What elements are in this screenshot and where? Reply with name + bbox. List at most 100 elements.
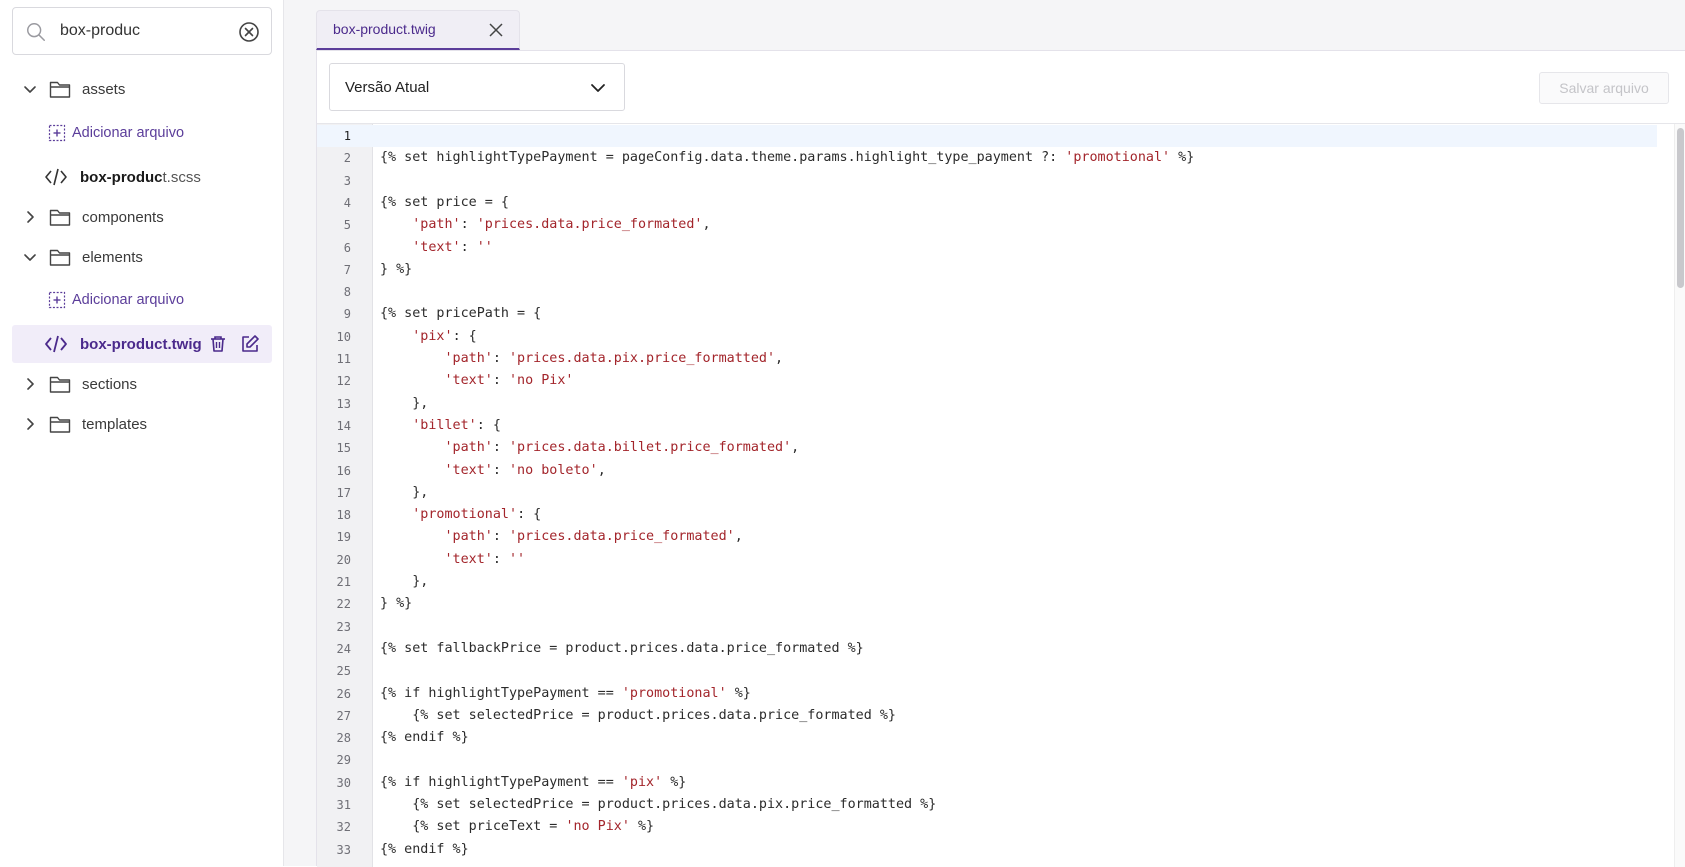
- line-number: 16: [336, 463, 351, 478]
- line-number: 28: [336, 731, 351, 746]
- code-line[interactable]: 33 {% endif %}: [317, 839, 1657, 861]
- code-line[interactable]: 29: [317, 749, 1657, 771]
- trash-icon[interactable]: [208, 334, 228, 354]
- code-line[interactable]: 24 {% set fallbackPrice = product.prices.…: [317, 638, 1657, 660]
- code-line-text: } %}: [380, 261, 413, 277]
- code-line-text: {% set highlightTypePayment = pageConfig…: [380, 150, 1195, 166]
- code-line-text: },: [380, 484, 429, 500]
- chevron-down-icon[interactable]: [22, 249, 38, 265]
- tab-box-product-twig[interactable]: box-product.twig: [316, 10, 520, 50]
- tree-folder-elements[interactable]: elements: [12, 238, 272, 276]
- code-line[interactable]: 1: [317, 125, 1657, 148]
- code-line-text: {% set pricePath = {: [380, 306, 542, 322]
- line-number: 19: [336, 530, 351, 545]
- line-number: 32: [336, 820, 351, 835]
- folder-icon: [49, 81, 71, 98]
- tree-file-label: box-product.twig: [80, 335, 202, 353]
- line-number: 22: [336, 597, 351, 612]
- code-line[interactable]: 7 } %}: [317, 259, 1657, 281]
- code-line[interactable]: 22} %}: [317, 593, 1657, 615]
- tree-folder-assets[interactable]: assets: [12, 70, 272, 108]
- code-line[interactable]: 25: [317, 660, 1657, 682]
- search-input[interactable]: [60, 18, 240, 44]
- line-number: 18: [336, 508, 351, 523]
- clear-search-icon[interactable]: [237, 20, 261, 44]
- code-line-text: {% endif %}: [380, 730, 469, 746]
- add-file-assets[interactable]: Adicionar arquivo: [12, 114, 272, 152]
- code-line[interactable]: 15 'path': 'prices.data.billet.price_for…: [317, 437, 1657, 459]
- close-icon[interactable]: [487, 21, 505, 39]
- code-line[interactable]: 16 'text': 'no boleto',: [317, 460, 1657, 482]
- code-line-text: 'path': 'prices.data.price_formated',: [412, 217, 711, 233]
- line-number: 14: [336, 418, 351, 433]
- code-line[interactable]: 20 'text': '': [317, 549, 1657, 571]
- code-line-text: 'path': 'prices.data.pix.price_formatted…: [444, 351, 784, 366]
- tree-folder-label: components: [82, 208, 164, 226]
- tree-folder-templates[interactable]: templates: [12, 405, 272, 443]
- line-number: 12: [336, 374, 351, 389]
- line-number: 25: [336, 664, 351, 679]
- tree-file-label: box-product.scss: [80, 168, 201, 186]
- line-number: 3: [343, 173, 351, 188]
- code-line[interactable]: 17 },: [317, 482, 1657, 504]
- tree-folder-components[interactable]: components: [12, 198, 272, 236]
- code-line[interactable]: 19 'path': 'prices.data.price_formated',: [317, 526, 1657, 548]
- chevron-down-icon: [591, 84, 605, 92]
- code-line[interactable]: 27 {% set selectedPrice = product.prices…: [317, 705, 1657, 727]
- code-line-text: {% set fallbackPrice = product.prices.da…: [380, 640, 864, 656]
- chevron-down-icon[interactable]: [22, 81, 38, 97]
- save-file-button[interactable]: Salvar arquivo: [1539, 72, 1669, 104]
- version-select[interactable]: Versão Atual: [329, 63, 625, 111]
- code-line[interactable]: 3: [317, 170, 1657, 192]
- code-line[interactable]: 14 'billet': {: [317, 415, 1657, 437]
- code-line-text: {% if highlightTypePayment == 'pix' %}: [380, 774, 687, 790]
- editor-scrollbar[interactable]: [1674, 124, 1685, 867]
- code-line-text: {% set price = {: [380, 194, 509, 210]
- search-icon: [27, 23, 45, 41]
- code-line[interactable]: 9 {% set pricePath = {: [317, 303, 1657, 325]
- add-file-elements[interactable]: Adicionar arquivo: [12, 281, 272, 319]
- code-line[interactable]: 30 {% if highlightTypePayment == 'pix' %}: [317, 772, 1657, 794]
- code-line[interactable]: 10 'pix': {: [317, 326, 1657, 348]
- code-line-text: 'path': 'prices.data.billet.price_format…: [444, 440, 800, 456]
- code-file-icon: [45, 168, 67, 186]
- line-number: 11: [336, 352, 351, 366]
- line-number: 31: [336, 798, 351, 812]
- tree-file-box-product-twig[interactable]: box-product.twig: [12, 325, 272, 363]
- code-line[interactable]: 31 {% set selectedPrice = product.prices…: [317, 794, 1657, 816]
- chevron-right-icon[interactable]: [22, 376, 38, 392]
- editor-area: box-product.twig Versão Atual Salvar arq…: [284, 0, 1685, 867]
- line-number: 27: [336, 708, 351, 723]
- code-line[interactable]: 12 'text': 'no Pix': [317, 370, 1657, 392]
- scrollbar-thumb[interactable]: [1677, 128, 1684, 288]
- tree-file-box-product-scss[interactable]: box-product.scss: [12, 158, 272, 196]
- code-line[interactable]: 2 {% set highlightTypePayment = pageConfi…: [317, 147, 1657, 169]
- code-line[interactable]: 26 {% if highlightTypePayment == 'promoti…: [317, 683, 1657, 705]
- code-line-text: },: [380, 574, 429, 589]
- code-line[interactable]: 18 'promotional': {: [317, 504, 1657, 526]
- code-line-text: 'path': 'prices.data.price_formated',: [444, 529, 743, 545]
- line-number: 7: [343, 262, 351, 277]
- code-line[interactable]: 5 'path': 'prices.data.price_formated',: [317, 214, 1657, 236]
- code-line[interactable]: 4 {% set price = {: [317, 192, 1657, 214]
- code-line[interactable]: 13 },: [317, 393, 1657, 415]
- code-line[interactable]: 6 'text': '': [317, 237, 1657, 259]
- tree-folder-sections[interactable]: sections: [12, 365, 272, 403]
- code-line-text: {% set priceText = 'no Pix' %}: [380, 819, 655, 835]
- chevron-right-icon[interactable]: [22, 209, 38, 225]
- code-line[interactable]: 8: [317, 281, 1657, 303]
- code-line[interactable]: 11 'path': 'prices.data.pix.price_format…: [317, 348, 1657, 370]
- code-line-text: {% set selectedPrice = product.prices.da…: [380, 707, 896, 723]
- edit-icon[interactable]: [240, 334, 260, 354]
- chevron-right-icon[interactable]: [22, 416, 38, 432]
- line-number: 33: [336, 842, 351, 857]
- line-number: 8: [343, 285, 351, 300]
- code-editor[interactable]: 1 2 {% set highlightTypePayment = pageConf…: [317, 123, 1685, 867]
- code-line[interactable]: 23: [317, 616, 1657, 638]
- line-number: 10: [336, 329, 351, 344]
- code-line[interactable]: 21 },: [317, 571, 1657, 593]
- code-line[interactable]: 32 {% set priceText = 'no Pix' %}: [317, 816, 1657, 838]
- code-line[interactable]: 28 {% endif %}: [317, 727, 1657, 749]
- folder-icon: [49, 249, 71, 266]
- add-file-icon: [48, 291, 66, 309]
